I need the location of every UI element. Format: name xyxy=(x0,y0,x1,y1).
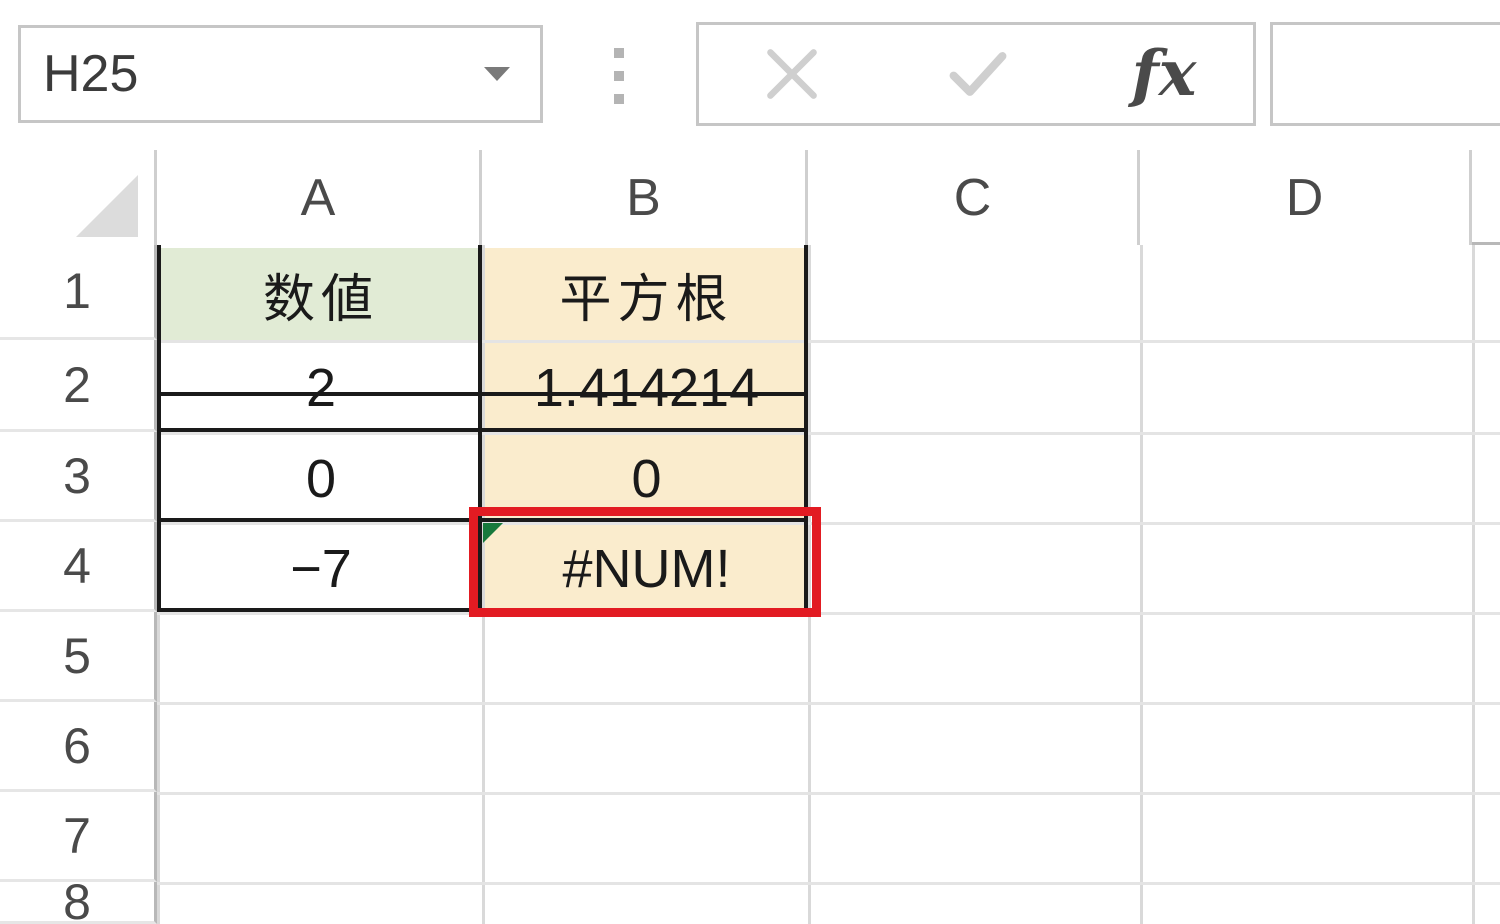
column-header-label: C xyxy=(953,168,992,227)
more-options-icon[interactable] xyxy=(612,48,626,104)
insert-function-button[interactable]: fx xyxy=(1071,25,1257,123)
table-border-right xyxy=(804,245,808,612)
cell-value: 0 xyxy=(631,448,662,509)
cell-value: −7 xyxy=(290,538,352,599)
grid-line-horizontal xyxy=(157,702,1500,705)
column-header-d[interactable]: D xyxy=(1140,150,1472,245)
confirm-button[interactable] xyxy=(885,25,1071,123)
row-header-label: 6 xyxy=(63,717,91,774)
grid-line-vertical xyxy=(1140,245,1143,924)
row-header-6[interactable]: 6 xyxy=(0,702,157,792)
select-all-triangle-icon xyxy=(76,175,138,237)
row-header-5[interactable]: 5 xyxy=(0,612,157,702)
error-triangle-icon xyxy=(483,523,503,543)
cancel-button[interactable] xyxy=(699,25,885,123)
cell-value: 1.414214 xyxy=(533,357,760,418)
cell-value: 数値 xyxy=(262,270,379,329)
cell-b1[interactable]: 平方根 xyxy=(485,248,808,340)
row-header-label: 7 xyxy=(63,807,91,864)
cell-a3[interactable]: 0 xyxy=(160,435,482,522)
table-border-left xyxy=(157,245,161,612)
row-header-8[interactable]: 8 xyxy=(0,874,157,924)
row-header-4[interactable]: 4 xyxy=(0,522,157,612)
row-header-1[interactable]: 1 xyxy=(0,245,157,340)
cell-value: 0 xyxy=(305,448,337,509)
grid-line-horizontal xyxy=(157,612,1500,615)
table-border-middle xyxy=(478,245,482,612)
cell-value: 2 xyxy=(305,357,337,418)
cell-a4[interactable]: −7 xyxy=(160,525,482,612)
table-border-row3 xyxy=(157,608,808,612)
table-border-row2 xyxy=(157,518,808,522)
formula-input[interactable] xyxy=(1270,22,1500,126)
row-header-label: 8 xyxy=(63,873,91,924)
column-header-c[interactable]: C xyxy=(808,150,1140,245)
cell-b4[interactable]: #NUM! xyxy=(485,525,808,612)
cell-a1[interactable]: 数値 xyxy=(160,248,482,340)
cell-value: 平方根 xyxy=(559,270,734,329)
table-border-row1 xyxy=(157,428,808,432)
cell-b2[interactable]: 1.414214 xyxy=(485,343,808,432)
column-header-label: B xyxy=(626,168,661,227)
kebab-dot xyxy=(614,71,624,81)
row-header-label: 2 xyxy=(63,356,91,413)
column-header-label: A xyxy=(300,168,336,227)
grid-line-horizontal xyxy=(157,882,1500,885)
row-header-label: 4 xyxy=(63,537,91,594)
grid-line-vertical xyxy=(1472,245,1475,924)
column-header-label: D xyxy=(1285,168,1324,227)
row-header-label: 1 xyxy=(63,263,91,319)
row-header-label: 3 xyxy=(63,447,91,504)
row-header-2[interactable]: 2 xyxy=(0,340,157,432)
select-all-button[interactable] xyxy=(0,150,157,245)
chevron-down-icon[interactable] xyxy=(484,67,510,81)
kebab-dot xyxy=(614,94,624,104)
spreadsheet-grid[interactable]: 数値 平方根 2 1.414214 0 0 −7 #NUM! A B C D 1 2 3 4 5 6 7 8 xyxy=(0,150,1500,924)
row-header-3[interactable]: 3 xyxy=(0,432,157,522)
cell-a2[interactable]: 2 xyxy=(160,343,482,432)
column-header-row: A B C D xyxy=(0,150,1500,245)
formula-bar-region: H25 fx xyxy=(0,0,1500,150)
row-header-7[interactable]: 7 xyxy=(0,792,157,882)
cell-b3[interactable]: 0 xyxy=(485,435,808,522)
name-box-value: H25 xyxy=(43,45,139,103)
formula-action-buttons: fx xyxy=(696,22,1256,126)
name-box[interactable]: H25 xyxy=(18,25,543,123)
column-header-a[interactable]: A xyxy=(157,150,482,245)
row-header-label: 5 xyxy=(63,627,91,684)
table-border-top xyxy=(157,392,808,396)
grid-line-horizontal xyxy=(157,792,1500,795)
grid-line-vertical xyxy=(808,245,811,924)
column-header-b[interactable]: B xyxy=(482,150,808,245)
cell-value: #NUM! xyxy=(562,538,731,599)
svg-text:fx: fx xyxy=(1128,36,1198,110)
kebab-dot xyxy=(614,48,624,58)
